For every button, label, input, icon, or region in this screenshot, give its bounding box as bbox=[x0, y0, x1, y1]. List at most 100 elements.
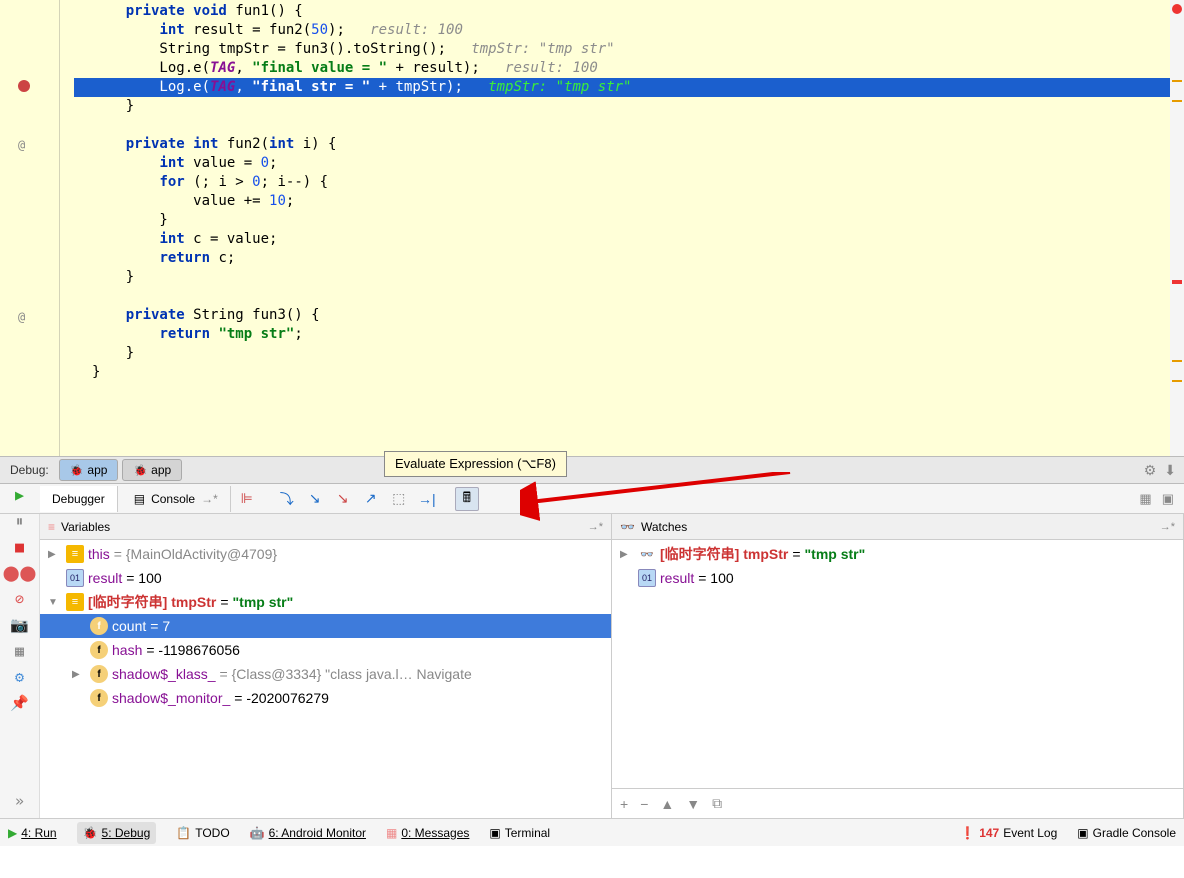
config-tab-app-1[interactable]: 🐞 app bbox=[59, 459, 119, 481]
tree-row[interactable]: f hash = -1198676056 bbox=[40, 638, 611, 662]
step-over-icon[interactable]: ⤵ bbox=[275, 487, 299, 511]
override-icon[interactable]: @ bbox=[18, 310, 25, 324]
watches-tree[interactable]: ▶👓[临时字符串] tmpStr = "tmp str"01result = 1… bbox=[612, 540, 1183, 788]
watches-footer: + − ▲ ▼ ⧉ bbox=[612, 788, 1183, 818]
code-line[interactable]: } bbox=[74, 97, 1170, 116]
stop-icon[interactable]: ■ bbox=[15, 538, 24, 556]
run-label: 4: Run bbox=[21, 826, 56, 840]
code-line[interactable]: String tmpStr = fun3().toString(); tmpSt… bbox=[74, 40, 1170, 59]
override-icon[interactable]: @ bbox=[18, 138, 25, 152]
code-line[interactable]: value += 10; bbox=[74, 192, 1170, 211]
code-line[interactable]: int result = fun2(50); result: 100 bbox=[74, 21, 1170, 40]
messages-label: 0: Messages bbox=[401, 826, 469, 840]
open-new-icon[interactable]: →* bbox=[1160, 521, 1175, 533]
expand-icon[interactable]: » bbox=[15, 792, 24, 810]
todo-tool[interactable]: 📋 TODO bbox=[176, 826, 229, 840]
event-log-tool[interactable]: ❗ 147 Event Log bbox=[960, 826, 1057, 840]
error-indicator[interactable] bbox=[1172, 4, 1182, 14]
evaluate-expression-button[interactable]: 🖩 bbox=[455, 487, 479, 511]
tree-row[interactable]: ▶👓[临时字符串] tmpStr = "tmp str" bbox=[612, 542, 1183, 566]
code-line[interactable]: int c = value; bbox=[74, 230, 1170, 249]
code-line[interactable]: } bbox=[74, 211, 1170, 230]
layout-icon[interactable]: ▦ bbox=[1139, 491, 1151, 507]
console-tab[interactable]: ▤ Console →* bbox=[122, 486, 231, 512]
code-line[interactable]: return c; bbox=[74, 249, 1170, 268]
step-out-icon[interactable]: ↗ bbox=[359, 487, 383, 511]
up-icon[interactable]: ▲ bbox=[660, 796, 674, 812]
code-line[interactable]: private int fun2(int i) { bbox=[74, 135, 1170, 154]
tree-row[interactable]: f count = 7 bbox=[40, 614, 611, 638]
add-watch-icon[interactable]: + bbox=[620, 796, 628, 812]
code-line[interactable] bbox=[74, 116, 1170, 135]
debugger-tab[interactable]: Debugger bbox=[40, 486, 118, 512]
warn-mark bbox=[1172, 100, 1182, 102]
expand-icon[interactable]: ▼ bbox=[48, 597, 62, 608]
restore-icon[interactable]: ▣ bbox=[1162, 491, 1174, 507]
terminal-tool[interactable]: ▣ Terminal bbox=[489, 826, 550, 840]
down-icon[interactable]: ⬇ bbox=[1164, 462, 1176, 479]
down-icon[interactable]: ▼ bbox=[686, 796, 700, 812]
terminal-label: Terminal bbox=[505, 826, 550, 840]
copy-icon[interactable]: ⧉ bbox=[712, 795, 722, 812]
prim-icon: 01 bbox=[638, 569, 656, 587]
settings-icon[interactable]: ⚙ bbox=[15, 668, 24, 686]
pin-icon[interactable]: →* bbox=[201, 492, 218, 506]
config-tab-app-2[interactable]: 🐞 app bbox=[122, 459, 182, 481]
remove-watch-icon[interactable]: − bbox=[640, 796, 648, 812]
pin-icon-2[interactable]: 📌 bbox=[10, 694, 29, 712]
warn-mark bbox=[1172, 280, 1182, 284]
expand-icon[interactable]: ▶ bbox=[620, 549, 634, 560]
gear-icon[interactable]: ⚙ bbox=[1144, 462, 1157, 479]
tree-row[interactable]: ▼≡[临时字符串] tmpStr = "tmp str" bbox=[40, 590, 611, 614]
code-line[interactable]: int value = 0; bbox=[74, 154, 1170, 173]
force-step-into-icon[interactable]: ↘ bbox=[331, 487, 355, 511]
layout-icon-2[interactable]: ▦ bbox=[15, 642, 24, 660]
tree-row[interactable]: 01result = 100 bbox=[40, 566, 611, 590]
messages-tool[interactable]: ▦ 0: Messages bbox=[386, 826, 469, 840]
android-monitor-tool[interactable]: 🤖 6: Android Monitor bbox=[250, 826, 366, 840]
breakpoint-icon[interactable] bbox=[18, 80, 30, 92]
tree-row[interactable]: ▶≡this = {MainOldActivity@4709} bbox=[40, 542, 611, 566]
gradle-icon: ▣ bbox=[1077, 826, 1088, 840]
warn-mark bbox=[1172, 80, 1182, 82]
variables-tree[interactable]: ▶≡this = {MainOldActivity@4709}01result … bbox=[40, 540, 611, 818]
error-strip[interactable] bbox=[1170, 0, 1184, 456]
code-editor[interactable]: @ @ private void fun1() { int result = f… bbox=[0, 0, 1184, 456]
console-icon: ▤ bbox=[134, 492, 145, 506]
code-area[interactable]: private void fun1() { int result = fun2(… bbox=[74, 0, 1170, 456]
expand-icon[interactable]: ▶ bbox=[72, 669, 86, 680]
var-name: [临时字符串] tmpStr bbox=[88, 592, 216, 612]
pause-icon[interactable]: ⏸ bbox=[16, 512, 24, 530]
code-line[interactable]: private void fun1() { bbox=[74, 2, 1170, 21]
mute-icon[interactable]: ⊘ bbox=[15, 590, 24, 608]
camera-icon[interactable]: 📷 bbox=[10, 616, 29, 634]
run-to-cursor-icon[interactable]: →| bbox=[415, 487, 439, 511]
breakpoints-icon[interactable]: ⬤⬤ bbox=[3, 564, 37, 582]
code-line[interactable]: Log.e(TAG, "final str = " + tmpStr); tmp… bbox=[74, 78, 1170, 97]
editor-gutter[interactable]: @ @ bbox=[0, 0, 60, 456]
debug-tool[interactable]: 🐞 5: Debug bbox=[77, 822, 157, 844]
debug-label: 5: Debug bbox=[102, 826, 151, 840]
code-line[interactable]: } bbox=[74, 344, 1170, 363]
var-name: shadow$_klass_ bbox=[112, 666, 216, 682]
drop-frame-icon[interactable]: ⬚ bbox=[387, 487, 411, 511]
open-new-icon[interactable]: →* bbox=[588, 521, 603, 533]
resume-icon[interactable]: ▶ bbox=[15, 486, 24, 504]
code-line[interactable]: for (; i > 0; i--) { bbox=[74, 173, 1170, 192]
tree-row[interactable]: f shadow$_monitor_ = -2020076279 bbox=[40, 686, 611, 710]
expand-icon[interactable]: ▶ bbox=[48, 549, 62, 560]
code-line[interactable] bbox=[74, 287, 1170, 306]
fold-strip[interactable] bbox=[60, 0, 74, 456]
run-tool[interactable]: ▶ 4: Run bbox=[8, 826, 57, 840]
event-count: 147 bbox=[979, 826, 999, 840]
code-line[interactable]: Log.e(TAG, "final value = " + result); r… bbox=[74, 59, 1170, 78]
code-line[interactable]: private String fun3() { bbox=[74, 306, 1170, 325]
gradle-console-tool[interactable]: ▣ Gradle Console bbox=[1077, 826, 1176, 840]
tree-row[interactable]: 01result = 100 bbox=[612, 566, 1183, 590]
code-line[interactable]: } bbox=[74, 363, 1170, 382]
code-line[interactable]: } bbox=[74, 268, 1170, 287]
step-into-icon[interactable]: ↘ bbox=[303, 487, 327, 511]
frames-icon[interactable]: ⊫ bbox=[235, 487, 259, 511]
code-line[interactable]: return "tmp str"; bbox=[74, 325, 1170, 344]
tree-row[interactable]: ▶f shadow$_klass_ = {Class@3334} "class … bbox=[40, 662, 611, 686]
